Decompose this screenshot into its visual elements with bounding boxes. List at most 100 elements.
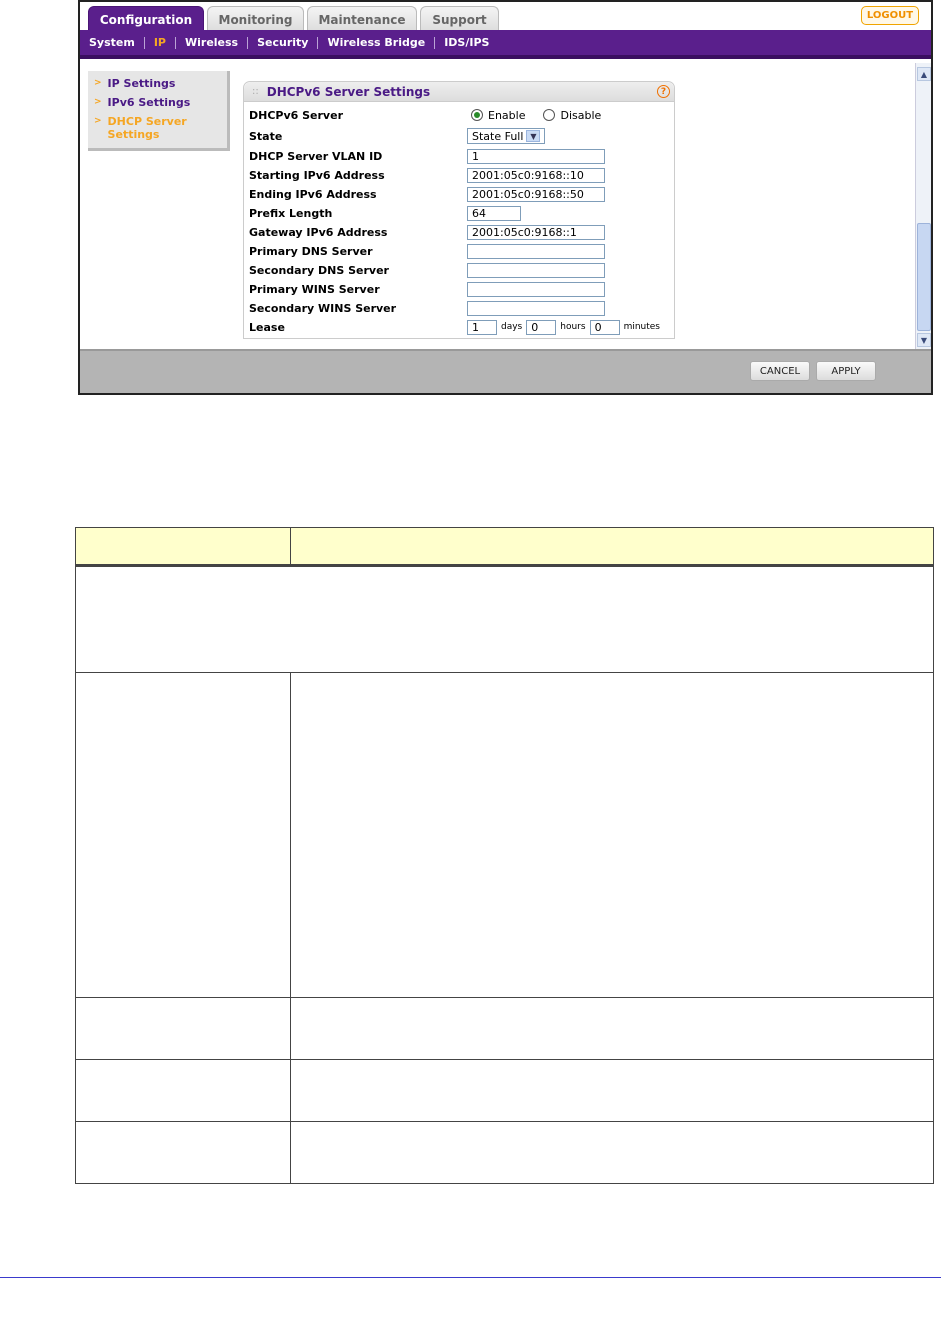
column-divider	[290, 1122, 291, 1184]
field-state: State State Full ▼	[249, 127, 669, 145]
vlan-id-input[interactable]: 1	[467, 148, 605, 164]
field-primary-wins: Primary WINS Server	[249, 280, 669, 298]
chevron-right-icon: >	[94, 97, 102, 107]
column-divider	[290, 1060, 291, 1121]
subnav-divider	[174, 36, 176, 49]
field-label: Secondary DNS Server	[249, 263, 389, 277]
radio-selected-dot	[474, 112, 480, 118]
field-label: Starting IPv6 Address	[249, 168, 385, 182]
prefix-length-input[interactable]: 64	[467, 205, 521, 221]
subnav-ids-ips[interactable]: IDS/IPS	[444, 36, 489, 49]
leftnav-label: IP Settings	[107, 77, 176, 90]
enable-radio[interactable]	[471, 109, 483, 121]
lease-days-input[interactable]: 1	[467, 319, 497, 335]
primary-dns-input[interactable]	[467, 243, 605, 259]
field-label: Prefix Length	[249, 206, 333, 220]
table-section-row	[76, 570, 933, 673]
field-vlan-id: DHCP Server VLAN ID 1	[249, 147, 669, 165]
secondary-dns-input[interactable]	[467, 262, 605, 278]
cancel-button[interactable]: CANCEL	[750, 361, 810, 381]
tab-maintenance[interactable]: Maintenance	[307, 6, 417, 32]
subnav-ip[interactable]: IP	[154, 36, 166, 49]
leftnav-dhcp-server-settings[interactable]: > DHCP Server Settings	[94, 115, 227, 141]
subnav-security[interactable]: Security	[257, 36, 308, 49]
field-primary-dns: Primary DNS Server	[249, 242, 669, 260]
field-lease: Lease 1 days 0 hours 0 minutes	[249, 318, 669, 336]
table-header	[76, 528, 933, 567]
lease-hours-unit: hours	[560, 322, 586, 332]
chevron-right-icon: >	[94, 78, 102, 88]
field-label: Primary DNS Server	[249, 244, 373, 258]
table-row	[76, 1122, 933, 1184]
lease-hours-input[interactable]: 0	[526, 319, 557, 335]
primary-wins-input[interactable]	[467, 281, 605, 297]
leftnav-label: DHCP Server Settings	[107, 115, 187, 141]
subnav-divider	[317, 36, 319, 49]
scroll-thumb[interactable]	[917, 223, 931, 331]
lease-minutes-input[interactable]: 0	[589, 319, 620, 335]
secondary-wins-input[interactable]	[467, 300, 605, 316]
field-label: Primary WINS Server	[249, 282, 380, 296]
subnav-system[interactable]: System	[89, 36, 135, 49]
dhcpv6-settings-panel: :: DHCPv6 Server Settings ? DHCPv6 Serve…	[243, 81, 675, 339]
scroll-down-arrow-icon[interactable]: ▼	[917, 333, 931, 347]
column-divider	[290, 673, 291, 997]
logout-button[interactable]: LOGOUT	[861, 6, 919, 25]
lease-days-unit: days	[501, 322, 523, 332]
subnav-divider	[143, 36, 145, 49]
content-area: > IP Settings > IPv6 Settings > DHCP Ser…	[80, 63, 915, 349]
enable-radio-label: Enable	[488, 108, 526, 122]
subnav-wireless[interactable]: Wireless	[185, 36, 238, 49]
field-label: DHCPv6 Server	[249, 108, 343, 122]
grip-icon: ::	[252, 86, 259, 97]
tab-support[interactable]: Support	[420, 6, 499, 32]
field-prefix-length: Prefix Length 64	[249, 204, 669, 222]
settings-description-table	[75, 527, 934, 1184]
help-icon[interactable]: ?	[657, 85, 670, 98]
leftnav-ipv6-settings[interactable]: > IPv6 Settings	[94, 96, 227, 109]
field-dhcpv6-server: DHCPv6 Server Enable Disable	[249, 106, 669, 124]
column-divider	[290, 998, 291, 1059]
sub-navigation: System IP Wireless Security Wireless Bri…	[80, 30, 931, 59]
subnav-divider	[247, 36, 249, 49]
field-start-address: Starting IPv6 Address 2001:05c0:9168::10	[249, 166, 669, 184]
top-tab-bar: Configuration Monitoring Maintenance Sup…	[80, 2, 931, 32]
end-address-input[interactable]: 2001:05c0:9168::50	[467, 186, 605, 202]
screenshot-frame: Configuration Monitoring Maintenance Sup…	[78, 0, 933, 395]
tab-monitoring[interactable]: Monitoring	[207, 6, 304, 32]
chevron-right-icon: >	[94, 116, 102, 126]
table-row	[76, 998, 933, 1060]
tab-configuration[interactable]: Configuration	[88, 6, 204, 32]
disable-radio[interactable]	[543, 109, 556, 121]
lease-minutes-unit: minutes	[623, 322, 660, 332]
table-row	[76, 1060, 933, 1122]
field-label: Ending IPv6 Address	[249, 187, 377, 201]
disable-radio-label: Disable	[560, 108, 602, 122]
field-label: DHCP Server VLAN ID	[249, 149, 383, 163]
left-navigation: > IP Settings > IPv6 Settings > DHCP Ser…	[88, 71, 230, 151]
start-address-input[interactable]: 2001:05c0:9168::10	[467, 167, 605, 183]
button-footer: CANCEL APPLY	[80, 349, 931, 393]
leftnav-label: IPv6 Settings	[107, 96, 191, 109]
state-select-value: State Full	[472, 129, 524, 143]
field-label: State	[249, 129, 283, 143]
panel-header: :: DHCPv6 Server Settings ?	[244, 82, 674, 102]
field-gateway: Gateway IPv6 Address 2001:05c0:9168::1	[249, 223, 669, 241]
panel-title: DHCPv6 Server Settings	[266, 84, 431, 99]
field-label: Gateway IPv6 Address	[249, 225, 388, 239]
state-select[interactable]: State Full ▼	[467, 128, 545, 144]
leftnav-ip-settings[interactable]: > IP Settings	[94, 77, 227, 90]
chevron-down-icon: ▼	[526, 130, 541, 142]
apply-button[interactable]: APPLY	[816, 361, 876, 381]
field-secondary-dns: Secondary DNS Server	[249, 261, 669, 279]
field-label: Secondary WINS Server	[249, 301, 397, 315]
field-end-address: Ending IPv6 Address 2001:05c0:9168::50	[249, 185, 669, 203]
field-label: Lease	[249, 320, 285, 334]
page-footer-rule	[0, 1277, 941, 1278]
gateway-input[interactable]: 2001:05c0:9168::1	[467, 224, 605, 240]
column-divider	[290, 528, 291, 564]
subnav-wireless-bridge[interactable]: Wireless Bridge	[327, 36, 425, 49]
table-row	[76, 673, 933, 998]
vertical-scrollbar[interactable]: ▲ ▼	[915, 63, 931, 349]
scroll-up-arrow-icon[interactable]: ▲	[917, 67, 931, 81]
